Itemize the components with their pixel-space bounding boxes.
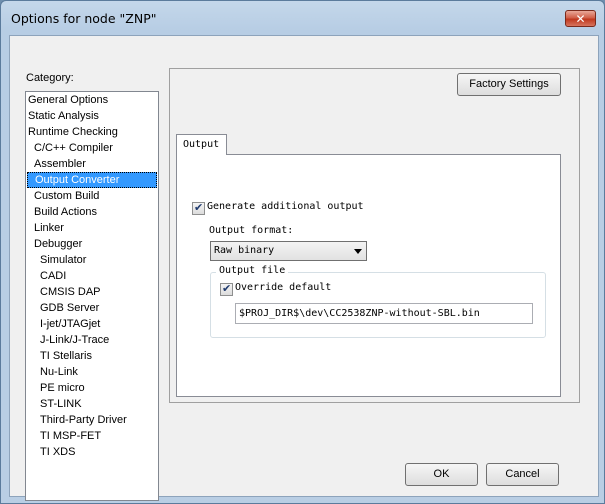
category-list[interactable]: General Options Static Analysis Runtime Ch… xyxy=(25,91,159,501)
checkmark-icon: ✔ xyxy=(222,282,232,295)
category-item-static-analysis[interactable]: Static Analysis xyxy=(26,108,158,124)
category-item-linker[interactable]: Linker xyxy=(26,220,158,236)
output-format-value: Raw binary xyxy=(214,245,275,256)
category-item-ti-msp-fet[interactable]: TI MSP-FET xyxy=(26,428,158,444)
output-file-path-input[interactable]: $PROJ_DIR$\dev\CC2538ZNP-without-SBL.bin xyxy=(235,303,533,324)
close-button[interactable]: ✕ xyxy=(565,10,596,27)
output-file-group: Output file ✔ Override default $PROJ_DIR… xyxy=(210,265,546,338)
category-item-debugger[interactable]: Debugger xyxy=(26,236,158,252)
options-panel: Factory Settings Output ✔ Generate addit… xyxy=(169,68,580,403)
factory-settings-button[interactable]: Factory Settings xyxy=(457,73,561,96)
output-tab-body: ✔ Generate additional output Output form… xyxy=(176,154,561,397)
category-item-general-options[interactable]: General Options xyxy=(26,92,158,108)
category-item-third-party-driver[interactable]: Third-Party Driver xyxy=(26,412,158,428)
category-item-simulator[interactable]: Simulator xyxy=(26,252,158,268)
category-item-custom-build[interactable]: Custom Build xyxy=(26,188,158,204)
category-item-build-actions[interactable]: Build Actions xyxy=(26,204,158,220)
output-file-legend: Output file xyxy=(216,265,289,276)
category-item-ti-stellaris[interactable]: TI Stellaris xyxy=(26,348,158,364)
chevron-down-icon xyxy=(354,249,362,254)
output-format-label: Output format: xyxy=(209,225,294,236)
ok-button[interactable]: OK xyxy=(405,463,478,486)
category-label: Category: xyxy=(26,72,74,84)
options-dialog: Options for node "ZNP" ✕ Category: Gener… xyxy=(0,0,605,504)
category-item-assembler[interactable]: Assembler xyxy=(26,156,158,172)
category-item-pe-micro[interactable]: PE micro xyxy=(26,380,158,396)
close-icon: ✕ xyxy=(575,12,586,26)
cancel-button[interactable]: Cancel xyxy=(486,463,559,486)
category-item-output-converter[interactable]: Output Converter xyxy=(27,172,157,188)
category-item-cmsis-dap[interactable]: CMSIS DAP xyxy=(26,284,158,300)
checkmark-icon: ✔ xyxy=(194,201,204,214)
category-item-i-jet-jtagjet[interactable]: I-jet/JTAGjet xyxy=(26,316,158,332)
category-item-nu-link[interactable]: Nu-Link xyxy=(26,364,158,380)
window-title: Options for node "ZNP" xyxy=(11,11,157,26)
generate-output-label[interactable]: Generate additional output xyxy=(207,201,364,212)
category-item-ti-xds[interactable]: TI XDS xyxy=(26,444,158,460)
category-item-gdb-server[interactable]: GDB Server xyxy=(26,300,158,316)
category-item-c-c-compiler[interactable]: C/C++ Compiler xyxy=(26,140,158,156)
generate-output-checkbox[interactable]: ✔ xyxy=(192,201,205,215)
category-item-st-link[interactable]: ST-LINK xyxy=(26,396,158,412)
tab-output[interactable]: Output xyxy=(176,134,227,155)
category-item-runtime-checking[interactable]: Runtime Checking xyxy=(26,124,158,140)
category-item-j-link-j-trace[interactable]: J-Link/J-Trace xyxy=(26,332,158,348)
override-default-label[interactable]: Override default xyxy=(235,282,331,293)
dialog-client-area: Category: General Options Static Analysis… xyxy=(9,35,599,501)
title-bar[interactable]: Options for node "ZNP" ✕ xyxy=(1,1,604,35)
override-default-checkbox[interactable]: ✔ xyxy=(220,282,233,296)
category-item-cadi[interactable]: CADI xyxy=(26,268,158,284)
output-format-select[interactable]: Raw binary xyxy=(210,241,367,261)
